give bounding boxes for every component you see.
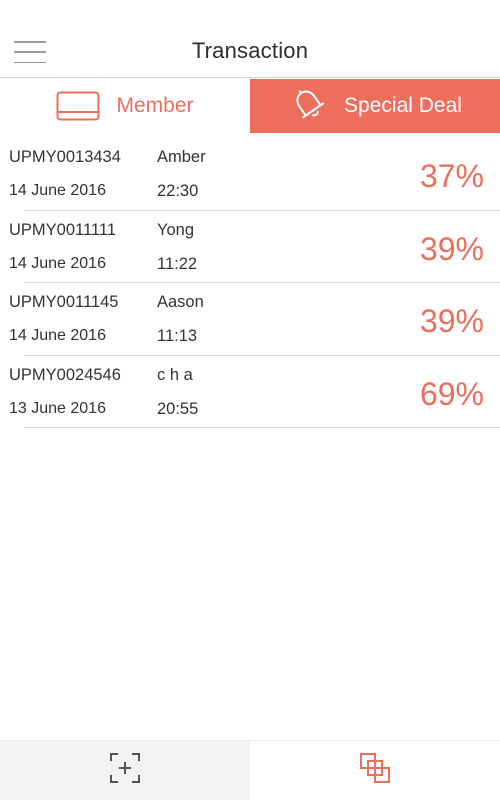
discount-percent: 39% xyxy=(419,230,484,267)
tab-special-deal[interactable]: Special Deal xyxy=(250,79,500,133)
discount-percent: 69% xyxy=(419,375,484,412)
transaction-code: UPMY0011111 xyxy=(9,220,117,239)
transaction-date: 13 June 2016 xyxy=(9,399,106,417)
transaction-time: 20:55 xyxy=(157,399,199,418)
transaction-code: UPMY0013434 xyxy=(9,148,121,166)
member-name: Aason xyxy=(157,293,204,311)
transaction-time: 11:22 xyxy=(157,254,198,273)
member-name: Amber xyxy=(157,148,206,166)
transaction-date: 14 June 2016 xyxy=(9,327,106,344)
transaction-date: 14 June 2016 xyxy=(9,254,106,272)
deals-button[interactable] xyxy=(250,741,500,800)
scan-add-button[interactable] xyxy=(0,741,250,800)
tab-member-label: Member xyxy=(116,94,194,117)
tab-bar: Member Special Deal xyxy=(0,79,500,133)
overlap-squares-icon xyxy=(359,752,391,789)
tab-member[interactable]: Member xyxy=(0,79,250,133)
bell-icon xyxy=(288,83,328,129)
card-icon xyxy=(56,91,100,121)
app-header: Transaction xyxy=(0,0,500,78)
tab-special-deal-label: Special Deal xyxy=(344,94,462,117)
list-item[interactable]: UPMY0011111 14 June 2016 Yong 11:22 39% xyxy=(9,211,500,283)
transaction-code: UPMY0024546 xyxy=(9,365,121,384)
list-item[interactable]: UPMY0024546 13 June 2016 c h a 20:55 69% xyxy=(9,356,500,428)
transaction-code: UPMY0011145 xyxy=(9,293,119,311)
list-item[interactable]: UPMY0013434 14 June 2016 Amber 22:30 37% xyxy=(9,138,500,211)
discount-percent: 37% xyxy=(419,158,484,194)
discount-percent: 39% xyxy=(419,303,484,339)
page-title: Transaction xyxy=(191,38,309,63)
member-name: Yong xyxy=(157,220,195,239)
transaction-date: 14 June 2016 xyxy=(9,182,106,199)
list-item[interactable]: UPMY0011145 14 June 2016 Aason 11:13 39% xyxy=(9,283,500,356)
transaction-time: 22:30 xyxy=(157,182,199,200)
member-name: c h a xyxy=(157,365,193,384)
bottom-nav xyxy=(0,740,500,800)
transaction-list: UPMY0013434 14 June 2016 Amber 22:30 37%… xyxy=(0,138,500,428)
scan-add-icon xyxy=(109,752,141,789)
transaction-time: 11:13 xyxy=(157,327,198,345)
